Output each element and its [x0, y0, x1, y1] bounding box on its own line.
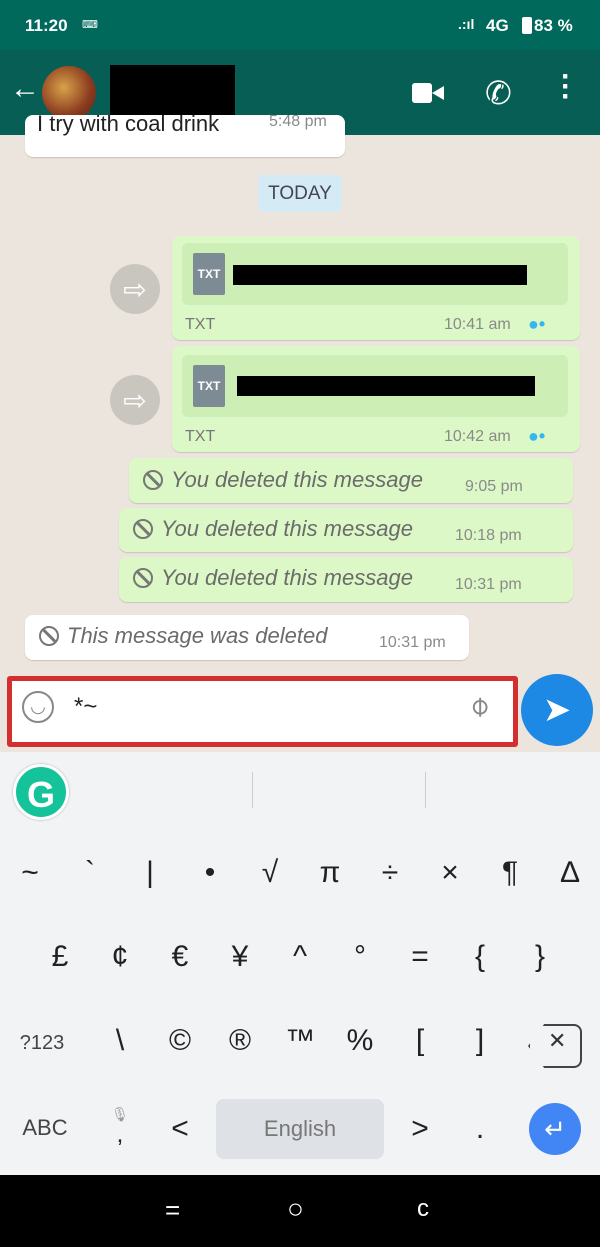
divider: [425, 772, 426, 808]
key-8[interactable]: }: [510, 940, 570, 974]
signal-icon: .:ıl: [458, 16, 475, 32]
key-5[interactable]: °: [330, 940, 390, 974]
key-6[interactable]: ÷: [360, 856, 420, 890]
key-1[interactable]: \: [90, 1024, 150, 1058]
key-7[interactable]: ×: [420, 856, 480, 890]
deleted-message-incoming[interactable]: This message was deleted 10:31 pm: [25, 615, 469, 660]
file-name-redacted: [233, 265, 527, 285]
status-time: 11:20: [25, 16, 68, 35]
back-arrow-icon[interactable]: ←: [10, 72, 40, 106]
attach-icon[interactable]: ⌀: [461, 688, 496, 723]
key-8[interactable]: ¶: [480, 856, 540, 890]
video-call-icon[interactable]: [412, 83, 444, 103]
blocked-icon: [133, 568, 153, 588]
avatar[interactable]: [42, 66, 96, 120]
network-type: 4G: [486, 16, 509, 35]
read-ticks-icon: ●•: [528, 426, 546, 446]
key-6[interactable]: [: [390, 1024, 450, 1058]
key-2[interactable]: ©: [150, 1024, 210, 1058]
key-3[interactable]: •: [180, 856, 240, 890]
key-1[interactable]: ¢: [90, 940, 150, 974]
deleted-message[interactable]: You deleted this message 9:05 pm: [129, 458, 573, 503]
battery-icon: [522, 17, 532, 34]
phone-icon[interactable]: ✆: [485, 74, 512, 112]
deleted-message[interactable]: You deleted this message 10:18 pm: [119, 508, 573, 552]
comma-key[interactable]: 🎙,: [90, 1107, 150, 1149]
key-4[interactable]: ™: [270, 1024, 330, 1058]
message-input-highlight: ◡ *~ ⌀: [7, 676, 518, 747]
back-button[interactable]: c: [417, 1195, 429, 1223]
divider: [252, 772, 253, 808]
date-pill: TODAY: [258, 175, 342, 212]
recents-button[interactable]: =: [165, 1195, 180, 1226]
more-vert-icon[interactable]: · · ·: [558, 62, 574, 112]
emoji-icon[interactable]: ◡: [22, 691, 54, 723]
file-name-redacted: [237, 376, 535, 396]
message-input[interactable]: *~: [74, 693, 97, 721]
key-5[interactable]: %: [330, 1024, 390, 1058]
key-1[interactable]: `: [60, 856, 120, 890]
period-key[interactable]: .: [450, 1112, 510, 1146]
backspace-icon: ✕: [548, 1028, 567, 1053]
battery-level: 83 %: [534, 16, 573, 35]
status-bar: 11:20 ⌨ .:ıl 4G 83 %: [0, 0, 600, 50]
grammarly-icon[interactable]: G: [13, 764, 69, 820]
blocked-icon: [39, 626, 59, 646]
key-3[interactable]: ¥: [210, 940, 270, 974]
blocked-icon: [143, 470, 163, 490]
key-6[interactable]: =: [390, 940, 450, 974]
key-2[interactable]: |: [120, 856, 180, 890]
read-ticks-icon: ●•: [528, 314, 546, 334]
file-message[interactable]: TXT TXT 10:41 am ●•: [172, 236, 580, 340]
txt-file-icon: TXT: [193, 253, 225, 295]
key-9[interactable]: ∆: [540, 856, 600, 890]
deleted-message[interactable]: You deleted this message 10:31 pm: [119, 557, 573, 602]
keyboard-icon: ⌨: [82, 19, 98, 31]
forward-button[interactable]: ⇨: [110, 375, 160, 425]
navigation-bar: = ○ c: [0, 1175, 600, 1247]
less-than-key[interactable]: <: [150, 1112, 210, 1146]
key-0[interactable]: £: [30, 940, 90, 974]
message-incoming[interactable]: I try with coal drink 5:48 pm: [25, 115, 345, 157]
key-0[interactable]: ~: [0, 856, 60, 890]
file-attachment[interactable]: TXT: [182, 243, 568, 305]
key-4[interactable]: ^: [270, 940, 330, 974]
key-3[interactable]: ®: [210, 1024, 270, 1058]
key-0[interactable]: ?123: [12, 1032, 72, 1055]
file-message[interactable]: TXT TXT 10:42 am ●•: [172, 346, 580, 452]
key-4[interactable]: √: [240, 856, 300, 890]
home-button[interactable]: ○: [287, 1193, 304, 1225]
file-attachment[interactable]: TXT: [182, 355, 568, 417]
blocked-icon: [133, 519, 153, 539]
enter-key[interactable]: ↵: [529, 1103, 581, 1155]
forward-button[interactable]: ⇨: [110, 264, 160, 314]
space-key[interactable]: English: [216, 1099, 384, 1159]
send-button[interactable]: ➤: [521, 674, 593, 746]
greater-than-key[interactable]: >: [390, 1112, 450, 1146]
key-7[interactable]: ]: [450, 1024, 510, 1058]
keyboard: G ~ ` | • √ π ÷ × ¶ ∆ £ ¢ € ¥ ^ ° ={} ?123 \ © ® ™%[] ✕ ABC 🎙…: [0, 752, 600, 1175]
abc-key[interactable]: ABC: [15, 1115, 75, 1141]
key-7[interactable]: {: [450, 940, 510, 974]
key-2[interactable]: €: [150, 940, 210, 974]
message-list[interactable]: I try with coal drink 5:48 pm TODAY ⇨ TX…: [0, 115, 600, 752]
contact-name-redacted[interactable]: [110, 65, 235, 121]
key-5[interactable]: π: [300, 856, 360, 890]
txt-file-icon: TXT: [193, 365, 225, 407]
